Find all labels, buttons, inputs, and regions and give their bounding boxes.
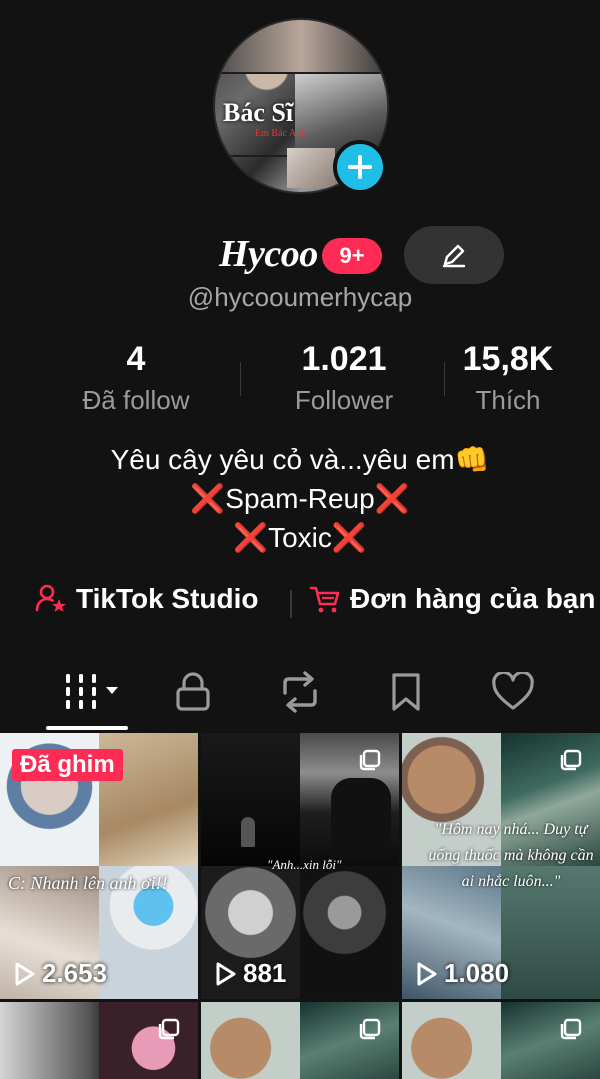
- pinned-badge: Đã ghim: [12, 749, 123, 781]
- links-divider: [290, 590, 292, 618]
- edit-profile-button[interactable]: [404, 226, 504, 284]
- add-avatar-button[interactable]: [333, 140, 387, 194]
- tab-private[interactable]: [143, 660, 243, 724]
- lock-icon: [176, 672, 210, 711]
- profile-stats: 4 Đã follow 1.021 Follower 15,8K Thích: [0, 340, 600, 420]
- play-icon: [216, 962, 236, 985]
- cross-mark-icon: ❌: [190, 483, 226, 514]
- repost-icon: [283, 671, 317, 713]
- video-thumbnail[interactable]: [402, 1002, 600, 1079]
- tab-reposts[interactable]: [250, 660, 350, 724]
- profile-name-row: Hycoo 9+: [0, 226, 600, 286]
- video-thumbnail[interactable]: Đã ghim C: Nhanh lên anh ơi!! 2.653: [0, 733, 198, 999]
- video-views: 1.080: [416, 958, 509, 989]
- bio-line: ❌Spam-Reup❌: [190, 483, 410, 514]
- stat-followers[interactable]: 1.021 Follower: [254, 340, 434, 416]
- tiktok-studio-link[interactable]: TikTok Studio: [34, 582, 259, 616]
- creator-star-icon: [35, 584, 66, 612]
- play-icon: [15, 962, 35, 985]
- active-tab-indicator: [46, 726, 128, 730]
- video-thumbnail[interactable]: [201, 1002, 399, 1079]
- tab-liked[interactable]: [463, 660, 563, 724]
- video-thumbnail[interactable]: "Anh...xin lỗi" 881: [201, 733, 399, 999]
- profile-links: TikTok Studio Đơn hàng của bạn: [0, 582, 600, 628]
- multi-photo-icon: [560, 749, 582, 771]
- pencil-icon: [442, 244, 466, 268]
- cross-mark-icon: ❌: [374, 483, 410, 514]
- stat-label: Follower: [294, 385, 394, 415]
- video-thumbnail[interactable]: [0, 1002, 198, 1079]
- video-caption: C: Nhanh lên anh ơi!!: [8, 873, 168, 893]
- video-views: 2.653: [14, 958, 107, 989]
- view-count: 1.080: [444, 958, 510, 988]
- stat-value: 1.021: [301, 340, 387, 378]
- video-caption: "Anh...xin lỗi": [267, 857, 342, 872]
- stat-label: Đã follow: [82, 385, 190, 415]
- profile-tabs: [0, 660, 600, 730]
- plus-icon: [348, 155, 372, 179]
- video-views: 881: [215, 958, 286, 989]
- view-count: 881: [243, 958, 287, 988]
- cross-mark-icon: ❌: [331, 522, 367, 553]
- multi-photo-icon: [359, 1018, 381, 1040]
- multi-photo-icon: [560, 1018, 582, 1040]
- cross-mark-icon: ❌: [233, 522, 269, 553]
- bookmark-icon: [392, 673, 420, 711]
- orders-label: Đơn hàng của bạn: [350, 583, 596, 614]
- stat-likes[interactable]: 15,8K Thích: [418, 340, 598, 416]
- stat-label: Thích: [475, 385, 541, 415]
- avatar-overlay-text: Bác Sĩ: [223, 98, 294, 127]
- orders-link[interactable]: Đơn hàng của bạn: [308, 582, 595, 616]
- profile-bio: Yêu cây yêu cỏ và...yêu em👊 ❌Spam-Reup❌ …: [0, 440, 600, 557]
- stat-value: 15,8K: [462, 340, 554, 378]
- video-caption: "Hôm nay nhá... Duy tự uống thuốc mà khô…: [428, 821, 594, 890]
- video-grid: Đã ghim C: Nhanh lên anh ơi!! 2.653 "Anh…: [0, 733, 600, 1079]
- avatar-overlay-subtext: Em Bác Anh: [255, 128, 307, 139]
- bio-line: Yêu cây yêu cỏ và...yêu em👊: [110, 444, 490, 475]
- multi-photo-icon: [158, 1018, 180, 1040]
- profile-name: Hycoo: [219, 233, 318, 275]
- stat-value: 4: [126, 340, 146, 378]
- play-icon: [417, 962, 437, 985]
- stat-divider: [240, 362, 241, 396]
- video-thumbnail[interactable]: "Hôm nay nhá... Duy tự uống thuốc mà khô…: [402, 733, 600, 999]
- bio-line: ❌Toxic❌: [233, 522, 367, 553]
- tab-saved[interactable]: [356, 660, 456, 724]
- tiktok-studio-label: TikTok Studio: [76, 583, 259, 614]
- grid-icon: [66, 674, 118, 709]
- profile-handle: @hycooumerhycap: [187, 282, 413, 312]
- multi-photo-icon: [359, 749, 381, 771]
- cart-icon: [309, 586, 340, 613]
- view-count: 2.653: [42, 958, 108, 988]
- tab-videos[interactable]: [44, 660, 144, 724]
- heart-icon: [492, 672, 534, 710]
- notification-badge[interactable]: 9+: [322, 238, 382, 274]
- stat-following[interactable]: 4 Đã follow: [46, 340, 226, 416]
